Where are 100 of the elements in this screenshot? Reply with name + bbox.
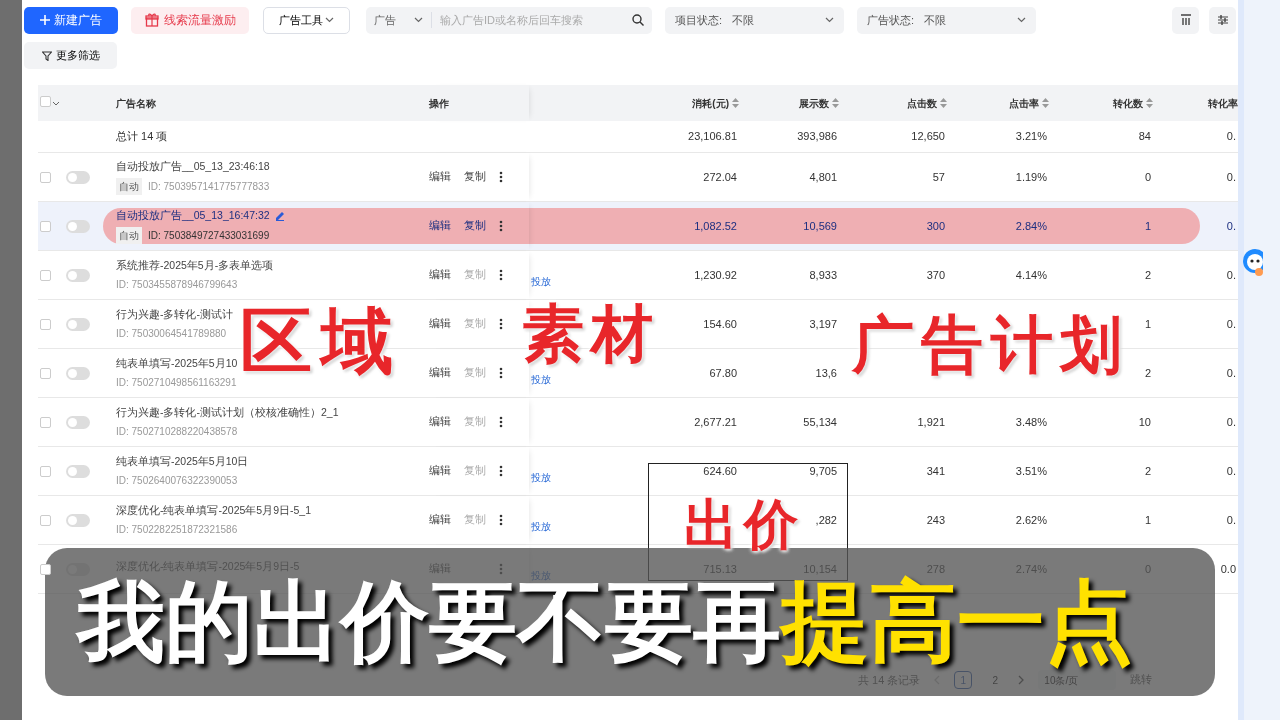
row-checkbox[interactable] [40, 318, 51, 330]
table-cell-text: 2 [1144, 267, 1152, 283]
column-header: 消耗(元) [692, 96, 729, 111]
toggle-switch[interactable] [66, 464, 90, 478]
toggle-switch[interactable] [66, 219, 90, 233]
toggle-switch[interactable] [66, 415, 90, 429]
gift-icon [144, 13, 159, 27]
table-cell-text: 341 [926, 463, 946, 479]
more-icon[interactable] [499, 171, 503, 183]
annotation-text: 广告计划 [852, 314, 1130, 376]
chevron-down-icon[interactable] [52, 100, 60, 106]
toggle-switch[interactable] [66, 170, 90, 184]
row-checkbox[interactable] [40, 514, 51, 526]
ad-name[interactable]: 自动投放广告__05_13_23:46:18 [116, 158, 270, 175]
edit-link[interactable]: 编辑 [429, 169, 451, 185]
table-cell-text: 2.62% [1015, 512, 1048, 528]
total-cell-text: 3.21% [1015, 129, 1048, 145]
new-ad-button[interactable]: 新建广告 [24, 6, 118, 34]
table-cell-text: 57 [932, 169, 946, 185]
row-checkbox[interactable] [40, 367, 51, 379]
ad-name[interactable]: 行为兴趣-多转化-测试计划（校核准确性）2_1 [116, 404, 339, 421]
more-icon[interactable] [499, 318, 503, 330]
column-header: 操作 [429, 96, 449, 111]
copy-link[interactable]: 复制 [464, 218, 486, 234]
more-icon[interactable] [499, 220, 503, 232]
ad-name[interactable]: 纯表单填写-2025年5月10 [116, 355, 238, 372]
sort-icon[interactable] [732, 98, 739, 108]
select-all-checkbox[interactable] [40, 95, 51, 107]
edit-link[interactable]: 编辑 [429, 267, 451, 283]
incentive-button[interactable]: 线索流量激励 [131, 6, 249, 34]
search-field[interactable]: 广告 输入广告ID或名称后回车搜索 [366, 6, 652, 34]
ad-name[interactable]: 系统推荐-2025年5月-多表单选项 [116, 257, 274, 274]
edit-link[interactable]: 编辑 [429, 463, 451, 479]
edit-link[interactable]: 编辑 [429, 218, 451, 234]
table-cell-text: 0. [1226, 463, 1237, 479]
more-filters-button[interactable]: 更多筛选 [24, 42, 117, 69]
table-cell-text: 9,705 [809, 463, 838, 479]
edit-link[interactable]: 编辑 [429, 512, 451, 528]
row-checkbox[interactable] [40, 220, 51, 232]
annotation-text: 区域 [240, 305, 402, 377]
table-cell-text: 10,569 [803, 218, 838, 234]
more-icon[interactable] [499, 465, 503, 477]
more-icon[interactable] [499, 367, 503, 379]
mascot-icon[interactable] [1241, 248, 1263, 278]
copy-link[interactable]: 复制 [464, 169, 486, 185]
toggle-switch[interactable] [66, 268, 90, 282]
table-cell-text: 1,230.92 [694, 267, 738, 283]
edit-link[interactable]: 编辑 [429, 316, 451, 332]
status-filter-select[interactable]: 项目状态: 不限 [665, 6, 844, 34]
toggle-switch[interactable] [66, 513, 90, 527]
ad-name[interactable]: 深度优化-纯表单填写-2025年5月9日-5_1 [116, 502, 312, 519]
table-cell-text: 10 [1138, 414, 1152, 430]
delivery-status: 投放 [530, 275, 552, 289]
toggle-switch[interactable] [66, 366, 90, 380]
auto-tag: 自动 [116, 178, 142, 196]
table-cell-text: 2 [1144, 365, 1152, 381]
table-cell-text: ,282 [815, 512, 838, 528]
more-icon[interactable] [499, 514, 503, 526]
table-cell-text: 3.48% [1015, 414, 1048, 430]
table-row[interactable]: 自动投放广告__05_13_16:47:32 自动 ID: 7503849727433031699 编辑 复制 1,082.52 10,569 300 2.84% 1 0. [38, 202, 1238, 251]
table-cell-text: 624.60 [703, 463, 738, 479]
more-icon[interactable] [499, 269, 503, 281]
ad-name[interactable]: 自动投放广告__05_13_16:47:32 [116, 207, 270, 224]
table-cell-text: 272.04 [703, 169, 738, 185]
ad-id: ID: 7502282251872321586 [116, 523, 238, 538]
row-checkbox[interactable] [40, 465, 51, 477]
ad-id: ID: 7502640076322390053 [116, 474, 238, 489]
chevron-down-icon [325, 17, 334, 23]
table-cell-text: 1 [1144, 512, 1152, 528]
edit-link[interactable]: 编辑 [429, 365, 451, 381]
sort-icon[interactable] [1146, 98, 1153, 108]
delivery-status: 投放 [530, 471, 552, 485]
search-icon[interactable] [632, 14, 644, 26]
columns-button[interactable] [1172, 6, 1199, 34]
row-checkbox[interactable] [40, 563, 51, 575]
ad-id: ID: 7502710498561163291 [116, 376, 237, 391]
ad-name[interactable]: 纯表单填写-2025年5月10日 [116, 453, 249, 470]
row-checkbox[interactable] [40, 416, 51, 428]
columns-icon [1179, 14, 1192, 26]
total-cell-text: 23,106.81 [688, 129, 738, 145]
more-icon[interactable] [499, 416, 503, 428]
column-header: 展示数 [799, 96, 829, 111]
ad-tools-dropdown[interactable]: 广告工具 [263, 6, 350, 34]
table-cell-text: 0. [1226, 414, 1237, 430]
settings-button[interactable] [1209, 6, 1236, 34]
sort-icon[interactable] [1042, 98, 1049, 108]
sort-icon[interactable] [832, 98, 839, 108]
row-checkbox[interactable] [40, 269, 51, 281]
toggle-switch[interactable] [66, 317, 90, 331]
pencil-icon[interactable] [275, 210, 286, 221]
row-checkbox[interactable] [40, 171, 51, 183]
table-cell-text: 2 [1144, 463, 1152, 479]
search-scope-select[interactable]: 广告 [366, 12, 432, 28]
status-filter-select[interactable]: 广告状态: 不限 [857, 6, 1036, 34]
table-cell-text: 3,197 [809, 316, 838, 332]
table-cell-text: 243 [926, 512, 946, 528]
table-cell-text: 8,933 [809, 267, 838, 283]
sort-icon[interactable] [940, 98, 947, 108]
ad-name[interactable]: 行为兴趣-多转化-测试计 [116, 306, 233, 323]
edit-link[interactable]: 编辑 [429, 414, 451, 430]
